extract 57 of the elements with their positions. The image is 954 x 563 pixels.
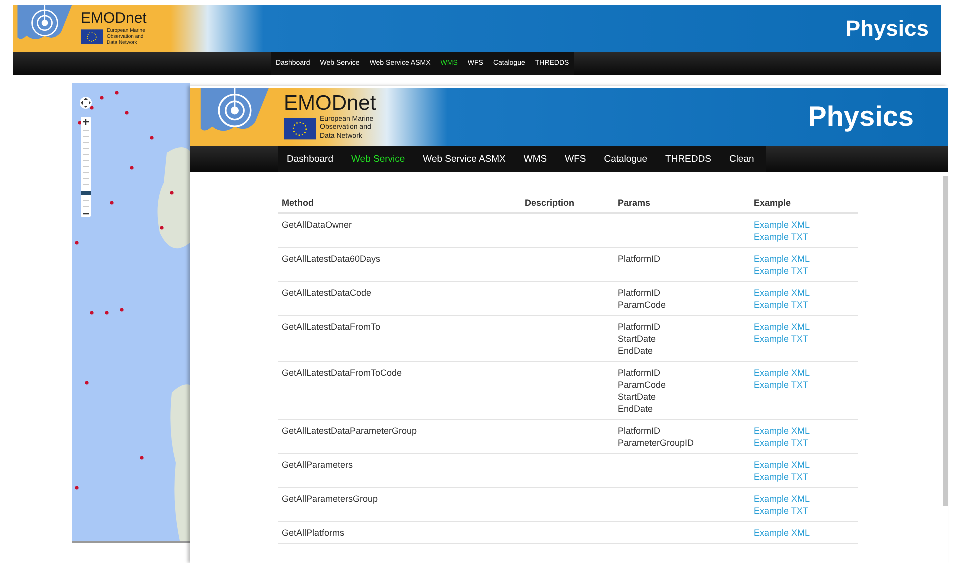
nav-link[interactable]: Dashboard: [278, 146, 342, 172]
example-link[interactable]: Example XML: [754, 287, 854, 299]
param-name: PlatformID: [618, 253, 662, 265]
example-link[interactable]: Example TXT: [754, 437, 854, 449]
method-name: GetAllLatestDataCode: [282, 288, 372, 298]
brand-name: EMODnet: [284, 92, 376, 114]
param-name: PlatformID: [618, 321, 662, 333]
example-link[interactable]: Example XML: [754, 253, 854, 265]
method-name: GetAllDataOwner: [282, 220, 352, 230]
column-header: Description: [525, 198, 575, 208]
method-name: GetAllLatestDataFromToCode: [282, 368, 402, 378]
nav-link[interactable]: WMS: [514, 146, 556, 172]
example-link[interactable]: Example TXT: [754, 471, 854, 483]
example-link[interactable]: Example TXT: [754, 265, 854, 277]
example-link[interactable]: Example TXT: [754, 379, 854, 391]
param-name: StartDate: [618, 391, 658, 403]
param-name: EndDate: [618, 345, 654, 357]
param-name: ParamCode: [618, 379, 668, 391]
example-link[interactable]: Example XML: [754, 425, 854, 437]
nav-link[interactable]: THREDDS: [656, 146, 720, 172]
method-name: GetAllLatestData60Days: [282, 254, 381, 264]
param-name: StartDate: [618, 333, 658, 345]
nav-link[interactable]: WFS: [556, 146, 596, 172]
example-link[interactable]: Example XML: [754, 493, 854, 505]
brand-name: EMODnet: [81, 11, 147, 26]
section-title: Physics: [808, 101, 915, 133]
param-name: PlatformID: [618, 367, 662, 379]
example-link[interactable]: Example XML: [754, 527, 854, 539]
param-name: ParameterGroupID: [618, 437, 696, 449]
example-link[interactable]: Example XML: [754, 367, 854, 379]
example-link[interactable]: Example XML: [754, 321, 854, 333]
example-link[interactable]: Example TXT: [754, 231, 854, 243]
column-header: Example: [754, 198, 792, 208]
example-link[interactable]: Example TXT: [754, 333, 854, 345]
nav-link[interactable]: Clean: [720, 146, 764, 172]
scrollbar[interactable]: [943, 176, 948, 506]
param-name: PlatformID: [618, 425, 662, 437]
method-name: GetAllPlatforms: [282, 528, 345, 538]
example-link[interactable]: Example XML: [754, 219, 854, 231]
param-name: PlatformID: [618, 287, 662, 299]
column-header: Method: [282, 198, 314, 208]
section-title: Physics: [846, 16, 930, 42]
method-name: GetAllParametersGroup: [282, 494, 378, 504]
example-link[interactable]: Example TXT: [754, 299, 854, 311]
example-link[interactable]: Example XML: [754, 459, 854, 471]
param-name: ParamCode: [618, 299, 668, 311]
nav-link[interactable]: Web Service: [342, 146, 414, 172]
flag-icon: [81, 29, 103, 45]
flag-icon: [284, 118, 316, 140]
nav-link[interactable]: Catalogue: [595, 146, 657, 172]
method-name: GetAllParameters: [282, 460, 354, 470]
example-link[interactable]: Example TXT: [754, 505, 854, 517]
column-header: Params: [618, 198, 651, 208]
nav-link[interactable]: Web Service ASMX: [414, 146, 515, 172]
method-name: GetAllLatestDataParameterGroup: [282, 426, 418, 436]
method-name: GetAllLatestDataFromTo: [282, 322, 381, 332]
param-name: EndDate: [618, 403, 654, 415]
